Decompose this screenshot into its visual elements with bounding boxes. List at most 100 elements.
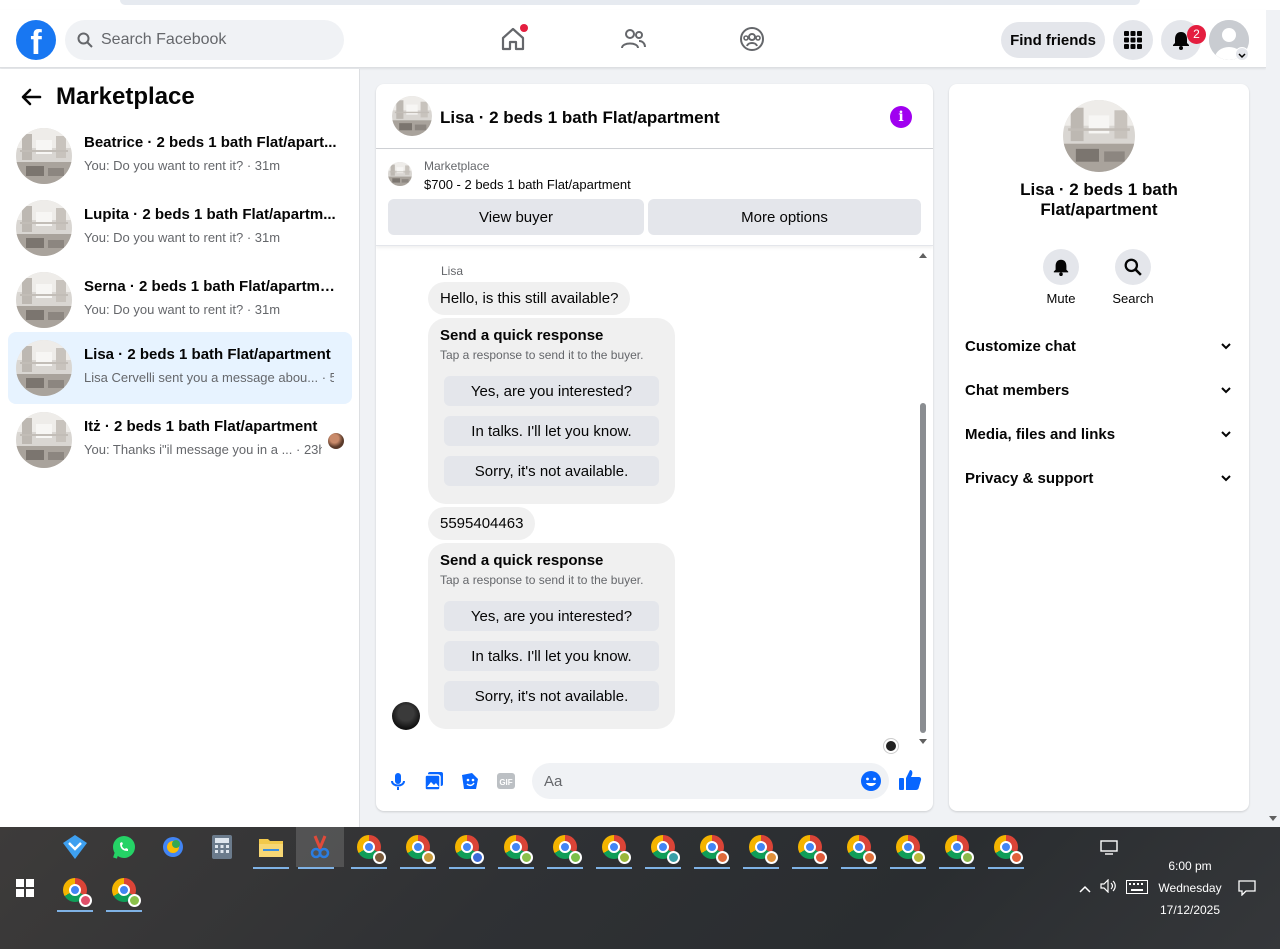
media-files-links-section[interactable]: Media, files and links: [965, 419, 1233, 449]
clock-time[interactable]: 6:00 pm: [1150, 859, 1230, 873]
chrome-profile-7-icon[interactable]: [643, 827, 683, 869]
chrome-profile-11-icon[interactable]: [839, 827, 879, 869]
view-buyer-button[interactable]: View buyer: [388, 199, 644, 235]
quick-response-option[interactable]: Sorry, it's not available.: [444, 456, 659, 486]
desktop-icon[interactable]: [1100, 840, 1118, 861]
conversation-preview: You: Do you want to rent it? · 31m: [84, 158, 281, 173]
thumbs-up-icon: [899, 770, 922, 790]
quick-response-option[interactable]: In talks. I'll let you know.: [444, 416, 659, 446]
find-friends-button[interactable]: Find friends: [1001, 22, 1105, 58]
windows-taskbar: 6:00 pm Wednesday 17/12/2025: [0, 827, 1280, 949]
chevron-down-icon: [1238, 53, 1246, 59]
chevron-down-icon: [1221, 475, 1231, 482]
gif-icon: GIF: [497, 773, 515, 789]
scroll-down-arrow-icon[interactable]: [919, 739, 927, 744]
account-menu-chevron[interactable]: [1235, 47, 1249, 61]
volume-icon[interactable]: [1100, 878, 1118, 898]
snipping-tool-icon[interactable]: [296, 827, 344, 869]
chrome-profile-9-icon[interactable]: [741, 827, 781, 869]
chrome-profile-1-icon[interactable]: [349, 827, 389, 869]
quick-response-title: Send a quick response: [440, 327, 604, 344]
chevron-down-icon: [1221, 343, 1231, 350]
scrollbar-thumb[interactable]: [920, 403, 926, 733]
scroll-up-arrow-icon[interactable]: [919, 253, 927, 258]
quick-response-option[interactable]: Yes, are you interested?: [444, 376, 659, 406]
conversation-item[interactable]: Serna · 2 beds 1 bath Flat/apartment You…: [8, 264, 352, 336]
like-button[interactable]: [898, 768, 922, 792]
conversation-item[interactable]: Beatrice · 2 beds 1 bath Flat/apart... Y…: [8, 120, 352, 192]
menu-button[interactable]: [1113, 20, 1153, 60]
message-scrollbar[interactable]: [918, 253, 928, 744]
emoji-button[interactable]: [859, 769, 883, 793]
conversation-item[interactable]: Lupita · 2 beds 1 bath Flat/apartm... Yo…: [8, 192, 352, 264]
windows-start-button[interactable]: [5, 868, 45, 908]
search-action[interactable]: Search: [1098, 249, 1168, 306]
seen-by-avatar: [328, 433, 344, 449]
chrome-profile-16-icon[interactable]: [104, 870, 144, 912]
chrome-profile-3-icon[interactable]: [447, 827, 487, 869]
quick-response-option[interactable]: Yes, are you interested?: [444, 601, 659, 631]
sticker-button[interactable]: [458, 769, 482, 793]
chrome-profile-4-icon[interactable]: [496, 827, 536, 869]
friends-tab[interactable]: [618, 24, 648, 54]
conversation-item[interactable]: Itż · 2 beds 1 bath Flat/apartment You: …: [8, 404, 352, 476]
keyboard-icon[interactable]: [1126, 880, 1148, 899]
details-listing-thumbnail: [1063, 100, 1135, 172]
whatsapp-icon[interactable]: [104, 827, 144, 867]
friends-icon: [621, 29, 646, 49]
tray-overflow-chevron-icon[interactable]: [1078, 881, 1092, 899]
info-icon[interactable]: i: [890, 106, 912, 128]
message-bubble: Hello, is this still available?: [428, 282, 631, 315]
chat-listing-thumbnail[interactable]: [392, 96, 432, 136]
clock-date[interactable]: 17/12/2025: [1150, 903, 1230, 917]
listing-price-title[interactable]: $700 - 2 beds 1 bath Flat/apartment: [424, 177, 631, 192]
message-input[interactable]: [532, 763, 889, 799]
listing-thumbnail: [16, 128, 72, 184]
groups-tab[interactable]: [737, 24, 767, 54]
search-input[interactable]: [101, 31, 321, 49]
gif-button[interactable]: GIF: [494, 769, 518, 793]
more-options-button[interactable]: More options: [648, 199, 921, 235]
page-scroll-down-icon[interactable]: [1269, 816, 1277, 821]
calculator-icon[interactable]: [202, 827, 242, 867]
chrome-profile-14-icon[interactable]: [986, 827, 1026, 869]
quick-response-option[interactable]: In talks. I'll let you know.: [444, 641, 659, 671]
vpn-app-icon[interactable]: [55, 827, 95, 867]
chrome-profile-12-icon[interactable]: [888, 827, 928, 869]
voice-clip-button[interactable]: [386, 769, 410, 793]
back-arrow-icon[interactable]: [20, 86, 42, 108]
customize-chat-section[interactable]: Customize chat: [965, 331, 1233, 361]
chrome-profile-8-icon[interactable]: [692, 827, 732, 869]
chevron-down-icon: [1221, 431, 1231, 438]
conversation-preview: You: Thanks i"il message you in a ... · …: [84, 442, 322, 457]
chrome-profile-6-icon[interactable]: [594, 827, 634, 869]
search-box[interactable]: [65, 20, 344, 60]
sticker-icon: [462, 773, 478, 789]
search-icon: [77, 32, 93, 48]
quick-response-option[interactable]: Sorry, it's not available.: [444, 681, 659, 711]
page-scrollbar[interactable]: [1266, 10, 1280, 827]
svg-text:GIF: GIF: [499, 778, 512, 787]
privacy-support-section[interactable]: Privacy & support: [965, 463, 1233, 493]
chat-members-section[interactable]: Chat members: [965, 375, 1233, 405]
chrome-profile-13-icon[interactable]: [937, 827, 977, 869]
conversation-title: Lisa · 2 beds 1 bath Flat/apartment: [84, 346, 331, 363]
chrome-profile-15-icon[interactable]: [55, 870, 95, 912]
clock-day[interactable]: Wednesday: [1150, 881, 1230, 895]
attach-photo-button[interactable]: [422, 769, 446, 793]
sender-avatar: [392, 702, 420, 730]
notification-center-icon[interactable]: [1238, 880, 1256, 901]
file-explorer-icon[interactable]: [251, 827, 291, 869]
home-tab[interactable]: [498, 24, 528, 54]
chat-panel: Lisa · 2 beds 1 bath Flat/apartment i Ma…: [376, 84, 933, 811]
chrome-profile-10-icon[interactable]: [790, 827, 830, 869]
chat-title[interactable]: Lisa · 2 beds 1 bath Flat/apartment: [440, 108, 720, 128]
facebook-logo-icon[interactable]: f: [16, 20, 56, 60]
mute-action[interactable]: Mute: [1026, 249, 1096, 306]
chrome-profile-5-icon[interactable]: [545, 827, 585, 869]
chrome-profile-2-icon[interactable]: [398, 827, 438, 869]
conversation-item-active[interactable]: Lisa · 2 beds 1 bath Flat/apartment Lisa…: [8, 332, 352, 404]
assistant-app-icon[interactable]: [153, 827, 193, 867]
search-icon: [1124, 258, 1142, 276]
quick-response-title: Send a quick response: [440, 552, 604, 569]
